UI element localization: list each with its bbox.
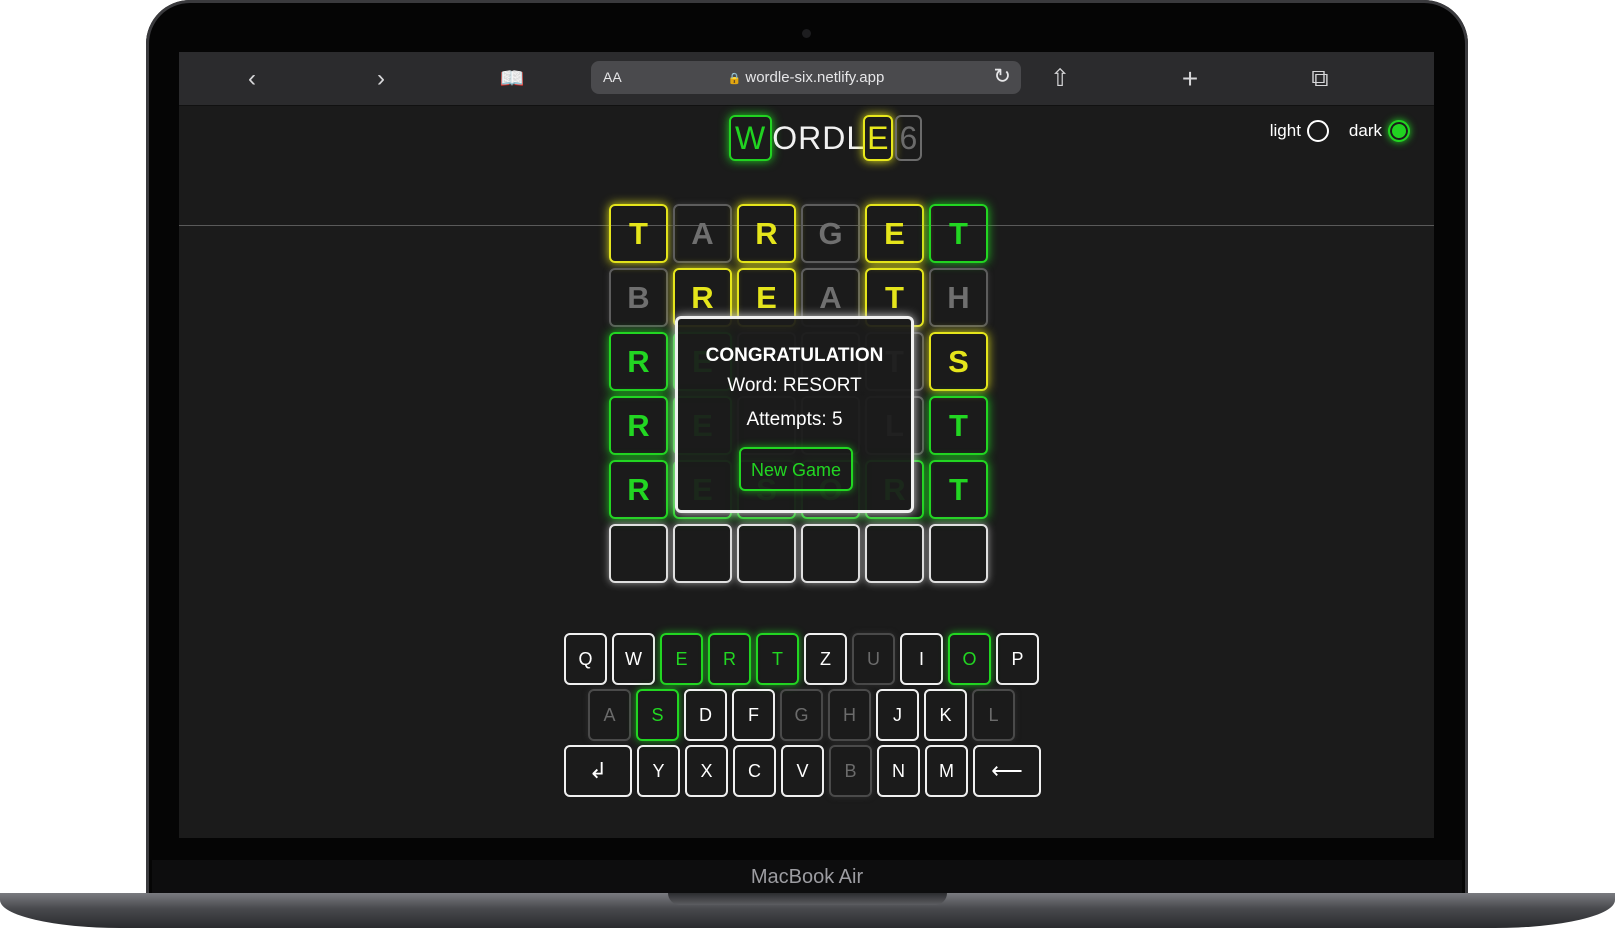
key-y[interactable]: Y [637, 745, 680, 797]
dark-theme-radio[interactable] [1388, 120, 1410, 142]
dark-theme-label: dark [1348, 121, 1382, 140]
board-tile [801, 524, 860, 583]
board-tile: B [609, 268, 668, 327]
key-c[interactable]: C [733, 745, 776, 797]
url-display[interactable]: 🔒 wordle-six.netlify.app [591, 69, 1021, 86]
board-tile [673, 524, 732, 583]
new-tab-plus-icon[interactable]: + [1173, 62, 1207, 96]
screen: ‹ › 📖 AA 🔒 wordle-six.netlify.app ↻ ⇧ + ⧉… [179, 52, 1434, 838]
key-j[interactable]: J [876, 689, 919, 741]
board-tile: T [609, 204, 668, 263]
address-bar[interactable]: AA 🔒 wordle-six.netlify.app ↻ [591, 61, 1021, 94]
key-u[interactable]: U [852, 633, 895, 685]
board-row [609, 524, 988, 583]
board-tile [737, 524, 796, 583]
keyboard-row: ↲ Y X C V B N M ⟵ [564, 745, 1041, 797]
url-text: wordle-six.netlify.app [745, 69, 885, 86]
new-game-button[interactable]: New Game [739, 447, 853, 491]
key-f[interactable]: F [732, 689, 775, 741]
board-row: TARGET [609, 204, 988, 263]
board-tile [929, 524, 988, 583]
key-a[interactable]: A [588, 689, 631, 741]
key-p[interactable]: P [996, 633, 1039, 685]
board-tile: R [609, 332, 668, 391]
share-icon[interactable]: ⇧ [1043, 62, 1077, 96]
back-chevron-icon[interactable]: ‹ [235, 62, 269, 96]
board-tile: T [929, 396, 988, 455]
board-tile [609, 524, 668, 583]
board-tile: R [609, 396, 668, 455]
light-theme-radio[interactable] [1306, 120, 1329, 142]
board-tile: E [865, 204, 924, 263]
logo-e-letter: E [863, 115, 894, 161]
logo-w-letter: W [729, 115, 773, 161]
board-tile: G [801, 204, 860, 263]
key-i[interactable]: I [900, 633, 943, 685]
key-q[interactable]: Q [564, 633, 607, 685]
device-label: MacBook Air [750, 866, 864, 888]
key-b[interactable]: B [829, 745, 872, 797]
key-x[interactable]: X [685, 745, 728, 797]
light-theme-label: light [1269, 121, 1301, 140]
key-t[interactable]: T [756, 633, 799, 685]
board-tile: S [929, 332, 988, 391]
bookmarks-book-icon[interactable]: 📖 [495, 62, 529, 96]
keyboard-row: QWERTZUIOP [564, 633, 1039, 685]
browser-toolbar: ‹ › 📖 AA 🔒 wordle-six.netlify.app ↻ ⇧ + ⧉ [179, 52, 1434, 106]
board-tile: T [929, 204, 988, 263]
key-k[interactable]: K [924, 689, 967, 741]
wordle-logo: W ORDL E 6 [729, 114, 923, 162]
forward-chevron-icon[interactable]: › [364, 62, 398, 96]
logo-middle-letters: ORDL [772, 119, 866, 156]
laptop-notch [668, 893, 947, 905]
enter-key[interactable]: ↲ [564, 745, 632, 797]
modal-attempts: Attempts: 5 [746, 409, 843, 430]
key-d[interactable]: D [684, 689, 727, 741]
key-n[interactable]: N [877, 745, 920, 797]
key-s[interactable]: S [636, 689, 679, 741]
modal-word: Word: RESORT [727, 375, 862, 396]
board-tile: A [673, 204, 732, 263]
reload-icon[interactable]: ↻ [993, 64, 1011, 89]
key-m[interactable]: M [925, 745, 968, 797]
board-tile: R [737, 204, 796, 263]
key-z[interactable]: Z [804, 633, 847, 685]
key-r[interactable]: R [708, 633, 751, 685]
tabs-overview-icon[interactable]: ⧉ [1303, 62, 1337, 96]
congratulation-modal: CONGRATULATION Word: RESORT Attempts: 5 … [675, 316, 914, 513]
modal-title: CONGRATULATION [705, 345, 884, 366]
board-tile: R [609, 460, 668, 519]
theme-toggle: light dark [1270, 120, 1410, 142]
camera-dot [802, 29, 811, 38]
key-l[interactable]: L [972, 689, 1015, 741]
key-g[interactable]: G [780, 689, 823, 741]
backspace-key[interactable]: ⟵ [973, 745, 1041, 797]
lock-icon: 🔒 [727, 73, 742, 85]
keyboard-row: ASDFGHJKL [588, 689, 1015, 741]
key-h[interactable]: H [828, 689, 871, 741]
board-tile: H [929, 268, 988, 327]
logo-six: 6 [895, 115, 923, 161]
key-w[interactable]: W [612, 633, 655, 685]
board-tile: T [929, 460, 988, 519]
key-o[interactable]: O [948, 633, 991, 685]
key-e[interactable]: E [660, 633, 703, 685]
board-tile [865, 524, 924, 583]
key-v[interactable]: V [781, 745, 824, 797]
